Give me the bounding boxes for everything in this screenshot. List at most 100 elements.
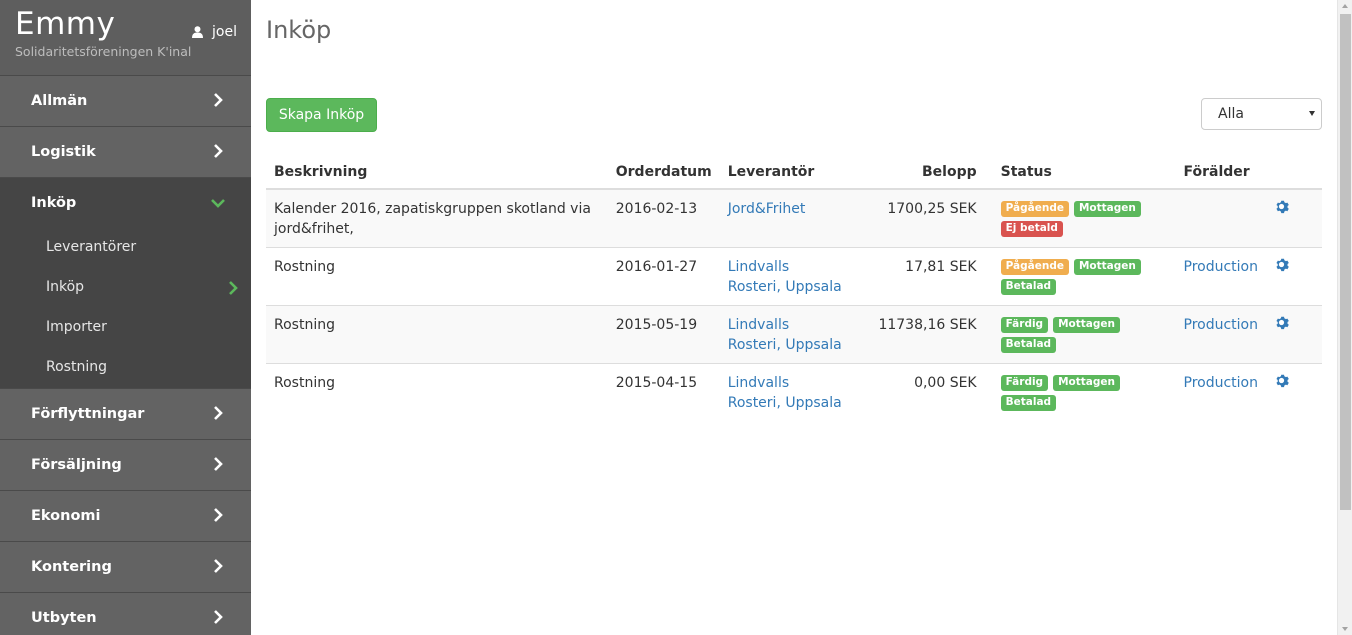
- sidebar-item-label: Logistik: [31, 144, 96, 160]
- table-row: Rostning 2015-04-15 Lindvalls Rosteri, U…: [266, 363, 1322, 421]
- sidebar-item-forflyttningar[interactable]: Förflyttningar: [0, 388, 251, 439]
- table-row: Kalender 2016, zapatiskgruppen skotland …: [266, 188, 1322, 248]
- cell-order-date: 2016-02-13: [607, 188, 720, 248]
- sidebar-item-utbyten[interactable]: Utbyten: [0, 592, 251, 635]
- cell-order-date: 2015-04-15: [607, 363, 720, 421]
- sidebar-subitem-label: Rostning: [46, 359, 107, 375]
- user-name: joel: [212, 24, 237, 40]
- parent-link[interactable]: Production: [1184, 375, 1258, 391]
- gear-icon[interactable]: [1274, 257, 1289, 272]
- chevron-right-icon: [214, 559, 223, 573]
- status-badge: Betalad: [1000, 337, 1057, 353]
- cell-description: Rostning: [266, 363, 608, 421]
- table-header-row: Beskrivning Orderdatum Leverantör Belopp…: [266, 152, 1322, 190]
- sidebar-item-label: Kontering: [31, 559, 112, 575]
- chevron-right-icon: [214, 610, 223, 624]
- cell-actions: [1265, 188, 1322, 248]
- column-header-description[interactable]: Beskrivning: [266, 152, 608, 190]
- sidebar-subitem-inkop[interactable]: Inköp: [0, 268, 251, 308]
- sidebar-item-kontering[interactable]: Kontering: [0, 541, 251, 592]
- supplier-link[interactable]: Jord&Frihet: [728, 201, 806, 217]
- status-badge: Färdig: [1000, 317, 1049, 333]
- chevron-right-icon: [214, 457, 223, 471]
- cell-status: Färdig Mottagen Betalad: [984, 305, 1176, 364]
- chevron-right-icon: [214, 93, 223, 107]
- status-badge: Pågående: [1000, 201, 1069, 217]
- column-header-order-date[interactable]: Orderdatum: [607, 152, 720, 190]
- chevron-right-icon: [214, 144, 223, 158]
- cell-parent: Production: [1175, 247, 1266, 306]
- cell-supplier: Lindvalls Rosteri, Uppsala: [719, 363, 852, 421]
- sidebar-subnav: Leverantörer Inköp Importer Rostning: [0, 228, 251, 388]
- sidebar-item-ekonomi[interactable]: Ekonomi: [0, 490, 251, 541]
- status-badge: Mottagen: [1073, 201, 1141, 217]
- cell-amount: 11738,16 SEK: [851, 305, 985, 364]
- sidebar-item-logistik[interactable]: Logistik: [0, 126, 251, 177]
- sidebar-item-inkop[interactable]: Inköp Leverantörer Inköp Importer Rostni…: [0, 177, 251, 388]
- status-badge: Pågående: [1000, 259, 1069, 275]
- cell-parent: Production: [1175, 363, 1266, 421]
- main-content: Inköp Skapa Inköp Alla Beskrivning Order…: [251, 0, 1337, 635]
- chevron-right-icon: [214, 406, 223, 420]
- cell-supplier: Lindvalls Rosteri, Uppsala: [719, 247, 852, 306]
- sidebar-subitem-rostning[interactable]: Rostning: [0, 348, 251, 388]
- sidebar-item-label: Förflyttningar: [31, 406, 145, 422]
- cell-status: Pågående Mottagen Betalad: [984, 247, 1176, 306]
- page-title: Inköp: [266, 16, 332, 44]
- cell-amount: 1700,25 SEK: [851, 188, 985, 248]
- sidebar-subitem-leverantorer[interactable]: Leverantörer: [0, 228, 251, 268]
- status-badge: Betalad: [1000, 279, 1057, 295]
- sidebar-item-label: Allmän: [31, 93, 88, 109]
- gear-icon[interactable]: [1274, 315, 1289, 330]
- scroll-up-arrow-icon[interactable]: [1342, 4, 1348, 8]
- sidebar-subitem-label: Inköp: [46, 279, 85, 295]
- status-badge: Mottagen: [1053, 317, 1120, 333]
- cell-amount: 0,00 SEK: [851, 363, 985, 421]
- parent-link[interactable]: Production: [1184, 317, 1258, 333]
- column-header-status[interactable]: Status: [984, 152, 1176, 190]
- create-purchase-button[interactable]: Skapa Inköp: [266, 98, 377, 132]
- gear-icon[interactable]: [1274, 373, 1289, 388]
- user-menu[interactable]: joel: [192, 24, 237, 40]
- table-row: Rostning 2015-05-19 Lindvalls Rosteri, U…: [266, 305, 1322, 364]
- caret-down-icon: [1309, 111, 1315, 116]
- cell-actions: [1265, 247, 1322, 306]
- sidebar-item-label: Utbyten: [31, 610, 97, 626]
- sidebar-item-label: Inköp: [31, 195, 77, 211]
- supplier-link[interactable]: Lindvalls Rosteri, Uppsala: [728, 259, 842, 295]
- page-scrollbar[interactable]: [1337, 0, 1352, 635]
- cell-description: Kalender 2016, zapatiskgruppen skotland …: [266, 188, 608, 248]
- brand-subtitle: Solidaritetsföreningen K'inal: [15, 44, 192, 59]
- cell-status: Pågående Mottagen Ej betald: [984, 188, 1176, 248]
- sidebar-subitem-importer[interactable]: Importer: [0, 308, 251, 348]
- status-badge: Betalad: [1000, 395, 1057, 411]
- brand-title[interactable]: Emmy: [15, 6, 115, 42]
- cell-actions: [1265, 363, 1322, 421]
- supplier-link[interactable]: Lindvalls Rosteri, Uppsala: [728, 375, 842, 411]
- column-header-parent[interactable]: Förälder: [1175, 152, 1266, 190]
- scrollbar-thumb[interactable]: [1340, 14, 1351, 510]
- cell-description: Rostning: [266, 247, 608, 306]
- table-row: Rostning 2016-01-27 Lindvalls Rosteri, U…: [266, 247, 1322, 306]
- supplier-link[interactable]: Lindvalls Rosteri, Uppsala: [728, 317, 842, 353]
- chevron-down-icon: [211, 199, 225, 208]
- brand: Emmy Solidaritetsföreningen K'inal joel: [0, 0, 251, 75]
- cell-supplier: Jord&Frihet: [719, 188, 852, 248]
- user-icon: [192, 26, 204, 38]
- cell-parent: [1175, 188, 1266, 248]
- column-header-supplier[interactable]: Leverantör: [719, 152, 852, 190]
- column-header-actions: [1265, 152, 1322, 190]
- status-badge: Ej betald: [1000, 221, 1063, 237]
- gear-icon[interactable]: [1274, 199, 1289, 214]
- scroll-down-arrow-icon[interactable]: [1342, 627, 1348, 631]
- sidebar-item-allman[interactable]: Allmän: [0, 75, 251, 126]
- sidebar-item-label: Försäljning: [31, 457, 122, 473]
- chevron-right-icon: [229, 281, 238, 295]
- parent-link[interactable]: Production: [1184, 259, 1258, 275]
- sidebar: Emmy Solidaritetsföreningen K'inal joel …: [0, 0, 251, 635]
- cell-amount: 17,81 SEK: [851, 247, 985, 306]
- cell-order-date: 2015-05-19: [607, 305, 720, 364]
- sidebar-item-forsaljning[interactable]: Försäljning: [0, 439, 251, 490]
- status-filter-select[interactable]: Alla: [1201, 98, 1322, 130]
- column-header-amount[interactable]: Belopp: [851, 152, 985, 190]
